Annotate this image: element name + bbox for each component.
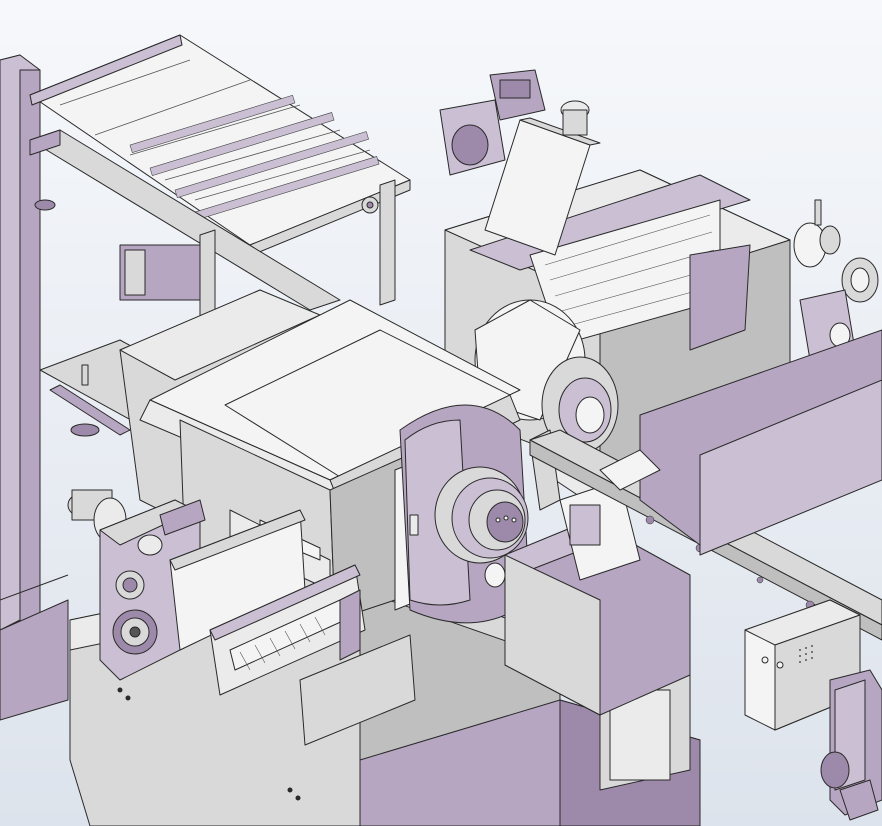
- machine-assembly-render[interactable]: [0, 0, 882, 826]
- cad-viewport[interactable]: [0, 0, 882, 826]
